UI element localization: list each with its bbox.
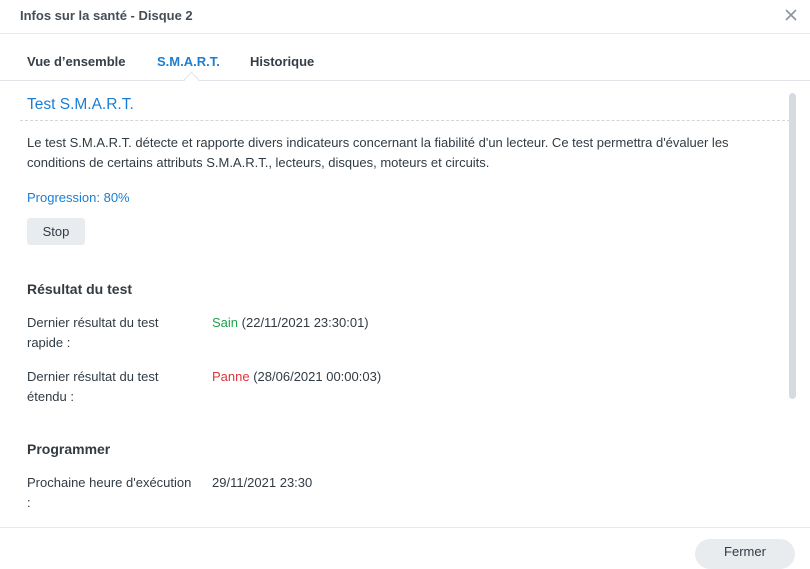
quick-result-value: Sain (22/11/2021 23:30:01) bbox=[212, 313, 369, 333]
window-titlebar: Infos sur la santé - Disque 2 bbox=[0, 0, 810, 34]
next-run-value: 29/11/2021 23:30 bbox=[212, 475, 313, 490]
stop-button[interactable]: Stop bbox=[27, 218, 85, 245]
extended-status: Panne bbox=[212, 369, 250, 384]
extended-date: (28/06/2021 00:00:03) bbox=[253, 369, 382, 384]
content-scrollbar[interactable] bbox=[789, 93, 796, 399]
quick-result-label: Dernier résultat du test rapide : bbox=[27, 315, 159, 350]
progress-text: Progression: 80% bbox=[27, 190, 130, 205]
result-heading: Résultat du test bbox=[27, 281, 133, 297]
next-run-label: Prochaine heure d'exécution : bbox=[27, 475, 192, 510]
dialog-footer: Fermer bbox=[0, 527, 810, 569]
tab-smart[interactable]: S.M.A.R.T. bbox=[157, 54, 220, 69]
section-divider bbox=[20, 120, 795, 121]
close-button[interactable]: Fermer bbox=[695, 539, 795, 569]
tab-bar: Vue d’ensemble S.M.A.R.T. Historique bbox=[0, 34, 810, 88]
smart-panel: Test S.M.A.R.T. Le test S.M.A.R.T. détec… bbox=[0, 81, 810, 527]
window-title: Infos sur la santé - Disque 2 bbox=[20, 8, 193, 23]
quick-status: Sain bbox=[212, 315, 239, 330]
close-icon[interactable] bbox=[782, 6, 800, 24]
quick-date: (22/11/2021 23:30:01) bbox=[241, 315, 369, 330]
section-title: Test S.M.A.R.T. bbox=[27, 96, 134, 113]
extended-result-value: Panne (28/06/2021 00:00:03) bbox=[212, 367, 381, 387]
tab-history[interactable]: Historique bbox=[250, 54, 314, 69]
tab-overview[interactable]: Vue d’ensemble bbox=[27, 54, 126, 69]
schedule-heading: Programmer bbox=[27, 441, 111, 457]
extended-result-label: Dernier résultat du test étendu : bbox=[27, 369, 159, 404]
smart-description: Le test S.M.A.R.T. détecte et rapporte d… bbox=[27, 135, 729, 170]
